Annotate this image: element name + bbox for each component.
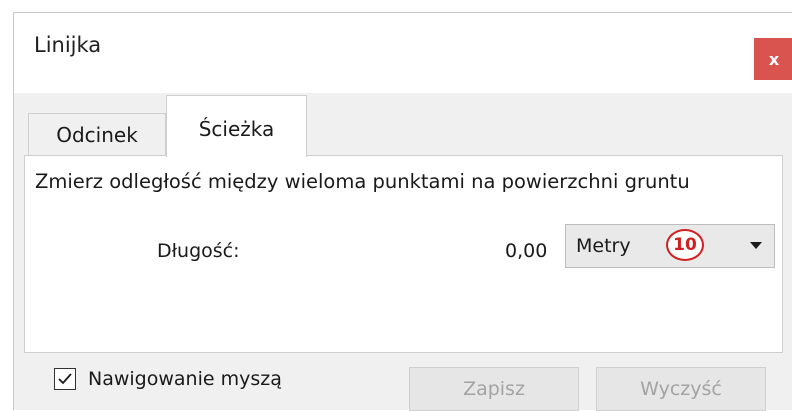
mouse-nav-option[interactable]: Nawigowanie myszą — [54, 368, 282, 390]
clear-button[interactable]: Wyczyść — [596, 367, 766, 411]
length-label: Długość: — [157, 240, 240, 262]
tab-path[interactable]: Ścieżka — [166, 95, 307, 157]
chevron-down-icon[interactable] — [750, 242, 762, 249]
path-panel: Zmierz odległość między wieloma punktami… — [24, 155, 783, 353]
tab-segment-label: Odcinek — [56, 122, 138, 147]
checkmark-icon — [58, 373, 72, 385]
close-icon: x — [768, 49, 780, 69]
save-button[interactable]: Zapisz — [409, 367, 579, 411]
callout-marker: 10 — [666, 229, 704, 261]
unit-select-value: Metry — [576, 235, 631, 257]
save-button-label: Zapisz — [463, 378, 525, 400]
close-button[interactable]: x — [754, 38, 792, 80]
ruler-dialog: Linijka x Odcinek Ścieżka Zmierz odległo… — [13, 12, 792, 411]
mouse-nav-label: Nawigowanie myszą — [88, 368, 282, 390]
title-bar: Linijka — [14, 13, 792, 93]
length-value: 0,00 — [505, 240, 548, 262]
clear-button-label: Wyczyść — [640, 378, 722, 400]
mouse-nav-checkbox[interactable] — [54, 368, 76, 390]
window-title: Linijka — [34, 33, 102, 57]
tab-segment[interactable]: Odcinek — [28, 113, 166, 155]
panel-description: Zmierz odległość między wieloma punktami… — [35, 170, 690, 193]
tab-path-label: Ścieżka — [198, 116, 275, 141]
unit-select[interactable]: Metry 10 — [565, 224, 775, 268]
